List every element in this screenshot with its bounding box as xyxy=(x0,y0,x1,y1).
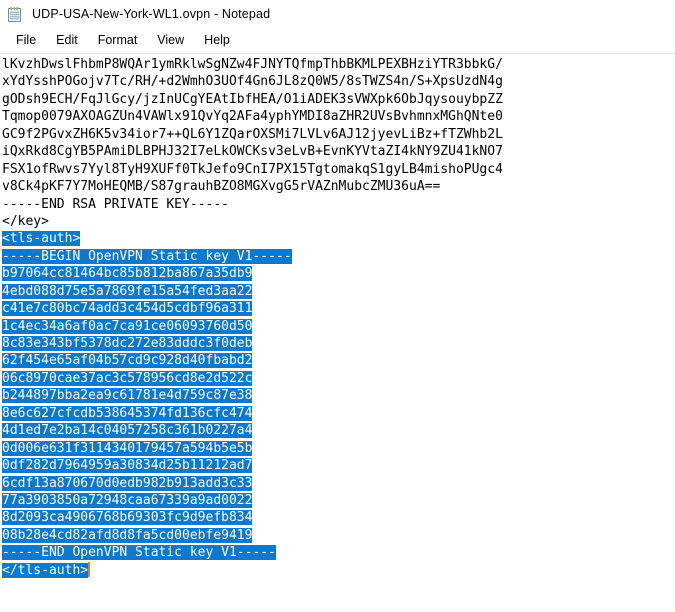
selected-text-run[interactable]: 8d2093ca4906768b69303fc9d9efb834 xyxy=(2,510,253,526)
text-run[interactable]: xYdYsshPOGojv7Tc/RH/+d2WmhO3UOf4Gn6JL8zQ… xyxy=(2,74,503,89)
selected-text-run[interactable]: -----BEGIN OpenVPN Static key V1----- xyxy=(2,248,292,264)
selected-text-run[interactable]: 8c83e343bf5378dc272e83dddc3f0deb xyxy=(2,336,253,351)
text-line[interactable]: 06c8970cae37ac3c578956cd8e2d522c xyxy=(2,370,675,387)
selected-text-run[interactable]: 6cdf13a870670d0edb982b913add3c33 xyxy=(2,475,253,491)
selected-text-run[interactable]: 8e6c627cfcdb538645374fd136cfc474 xyxy=(2,405,253,421)
text-line[interactable]: 1c4ec34a6af0ac7ca91ce06093760d50 xyxy=(2,318,675,335)
menu-item-help[interactable]: Help xyxy=(195,31,239,50)
text-line[interactable]: </key> xyxy=(2,213,675,230)
selected-text-run[interactable]: 06c8970cae37ac3c578956cd8e2d522c xyxy=(2,370,253,386)
text-line[interactable]: 4ebd088d75e5a7869fe15a54fed3aa22 xyxy=(2,283,675,300)
selected-text-run[interactable]: 08b28e4cd82afd8d8fa5cd00ebfe9419 xyxy=(2,527,253,543)
text-editor-area[interactable]: lKvzhDwslFhbmP8WQAr1ymRklwSgNZw4FJNYTQfm… xyxy=(0,54,675,612)
text-run[interactable]: GC9f2PGvxZH6K5v34ior7++QL6Y1ZQarOXSMi7LV… xyxy=(2,127,503,142)
text-line[interactable]: GC9f2PGvxZH6K5v34ior7++QL6Y1ZQarOXSMi7LV… xyxy=(2,126,675,143)
text-run[interactable]: FSX1ofRwvs7Yyl8TyH9XUFf0TkJefo9CnI7PX15T… xyxy=(2,162,503,177)
text-run[interactable]: lKvzhDwslFhbmP8WQAr1ymRklwSgNZw4FJNYTQfm… xyxy=(2,57,503,72)
text-line[interactable]: 62f454e65af04b57cd9c928d40fbabd2 xyxy=(2,352,675,369)
selected-text-run[interactable]: 62f454e65af04b57cd9c928d40fbabd2 xyxy=(2,353,253,369)
text-line[interactable]: 0d006e631f3114340179457a594b5e5b xyxy=(2,440,675,457)
menu-item-format[interactable]: Format xyxy=(89,31,147,50)
window-title: UDP-USA-New-York-WL1.ovpn - Notepad xyxy=(32,7,271,21)
text-line[interactable]: b244897bba2ea9c61781e4d759c87e38 xyxy=(2,387,675,404)
menu-item-file[interactable]: File xyxy=(7,31,45,50)
text-line[interactable]: </tls-auth> xyxy=(2,561,675,579)
selected-text-run[interactable]: 1c4ec34a6af0ac7ca91ce06093760d50 xyxy=(2,318,253,334)
selected-text-run[interactable]: </tls-auth> xyxy=(2,562,89,578)
text-run[interactable]: v8Ck4pKF7Y7MoHEQMB/S87grauhBZO8MGXvgG5rV… xyxy=(2,179,440,194)
text-line[interactable]: Tqmop0079AXOAGZUn4VAWlx91QvYq2AFa4yphYMD… xyxy=(2,108,675,125)
selected-text-run[interactable]: 0df282d7964959a30834d25b11212ad7 xyxy=(2,458,253,474)
text-line[interactable]: <tls-auth> xyxy=(2,230,675,247)
selected-text-run[interactable]: -----END OpenVPN Static key V1----- xyxy=(2,545,276,561)
selected-text-run[interactable]: b244897bba2ea9c61781e4d759c87e38 xyxy=(2,388,253,404)
text-line[interactable]: 4d1ed7e2ba14c04057258c361b0227a4 xyxy=(2,422,675,439)
text-run[interactable]: gODsh9ECH/FqJlGcy/jzInUCgYEAtIbfHEA/O1iA… xyxy=(2,92,503,107)
text-caret xyxy=(88,561,91,577)
selected-text-run[interactable]: b97064cc81464bc85b812ba867a35db9 xyxy=(2,266,253,282)
text-line[interactable]: 08b28e4cd82afd8d8fa5cd00ebfe9419 xyxy=(2,527,675,544)
text-line[interactable]: v8Ck4pKF7Y7MoHEQMB/S87grauhBZO8MGXvgG5rV… xyxy=(2,178,675,195)
menu-item-edit[interactable]: Edit xyxy=(47,31,87,50)
title-bar: UDP-USA-New-York-WL1.ovpn - Notepad xyxy=(0,0,675,28)
selected-text-run[interactable]: c41e7c80bc74add3c454d5cdbf96a311 xyxy=(2,301,253,317)
text-line[interactable]: iQxRkd8CgYB5PAmiDLBPHJ32I7eLkOWCKsv3eLvB… xyxy=(2,143,675,160)
document-text[interactable]: lKvzhDwslFhbmP8WQAr1ymRklwSgNZw4FJNYTQfm… xyxy=(2,56,675,579)
notepad-icon xyxy=(8,6,21,22)
notepad-window: UDP-USA-New-York-WL1.ovpn - Notepad File… xyxy=(0,0,675,612)
text-line[interactable]: -----BEGIN OpenVPN Static key V1----- xyxy=(2,248,675,265)
selected-text-run[interactable]: 4d1ed7e2ba14c04057258c361b0227a4 xyxy=(2,423,253,439)
text-line[interactable]: lKvzhDwslFhbmP8WQAr1ymRklwSgNZw4FJNYTQfm… xyxy=(2,56,675,73)
text-line[interactable]: c41e7c80bc74add3c454d5cdbf96a311 xyxy=(2,300,675,317)
text-line[interactable]: 8c83e343bf5378dc272e83dddc3f0deb xyxy=(2,335,675,352)
text-line[interactable]: -----END RSA PRIVATE KEY----- xyxy=(2,196,675,213)
text-line[interactable]: 77a3903850a72948caa67339a9ad0022 xyxy=(2,492,675,509)
text-line[interactable]: 8d2093ca4906768b69303fc9d9efb834 xyxy=(2,509,675,526)
text-line[interactable]: FSX1ofRwvs7Yyl8TyH9XUFf0TkJefo9CnI7PX15T… xyxy=(2,161,675,178)
text-line[interactable]: -----END OpenVPN Static key V1----- xyxy=(2,544,675,561)
selected-text-run[interactable]: 77a3903850a72948caa67339a9ad0022 xyxy=(2,492,253,508)
menu-bar: File Edit Format View Help xyxy=(0,28,675,54)
text-run[interactable]: </key> xyxy=(2,214,49,229)
selected-text-run[interactable]: 0d006e631f3114340179457a594b5e5b xyxy=(2,440,253,456)
text-line[interactable]: 6cdf13a870670d0edb982b913add3c33 xyxy=(2,475,675,492)
text-line[interactable]: gODsh9ECH/FqJlGcy/jzInUCgYEAtIbfHEA/O1iA… xyxy=(2,91,675,108)
text-run[interactable]: iQxRkd8CgYB5PAmiDLBPHJ32I7eLkOWCKsv3eLvB… xyxy=(2,144,503,159)
selected-text-run[interactable]: 4ebd088d75e5a7869fe15a54fed3aa22 xyxy=(2,283,253,299)
menu-item-view[interactable]: View xyxy=(148,31,193,50)
text-run[interactable]: -----END RSA PRIVATE KEY----- xyxy=(2,197,229,212)
text-line[interactable]: b97064cc81464bc85b812ba867a35db9 xyxy=(2,265,675,282)
text-line[interactable]: 0df282d7964959a30834d25b11212ad7 xyxy=(2,457,675,474)
text-line[interactable]: xYdYsshPOGojv7Tc/RH/+d2WmhO3UOf4Gn6JL8zQ… xyxy=(2,73,675,90)
selected-text-run[interactable]: <tls-auth> xyxy=(2,231,81,247)
text-line[interactable]: 8e6c627cfcdb538645374fd136cfc474 xyxy=(2,405,675,422)
text-run[interactable]: Tqmop0079AXOAGZUn4VAWlx91QvYq2AFa4yphYMD… xyxy=(2,109,503,124)
